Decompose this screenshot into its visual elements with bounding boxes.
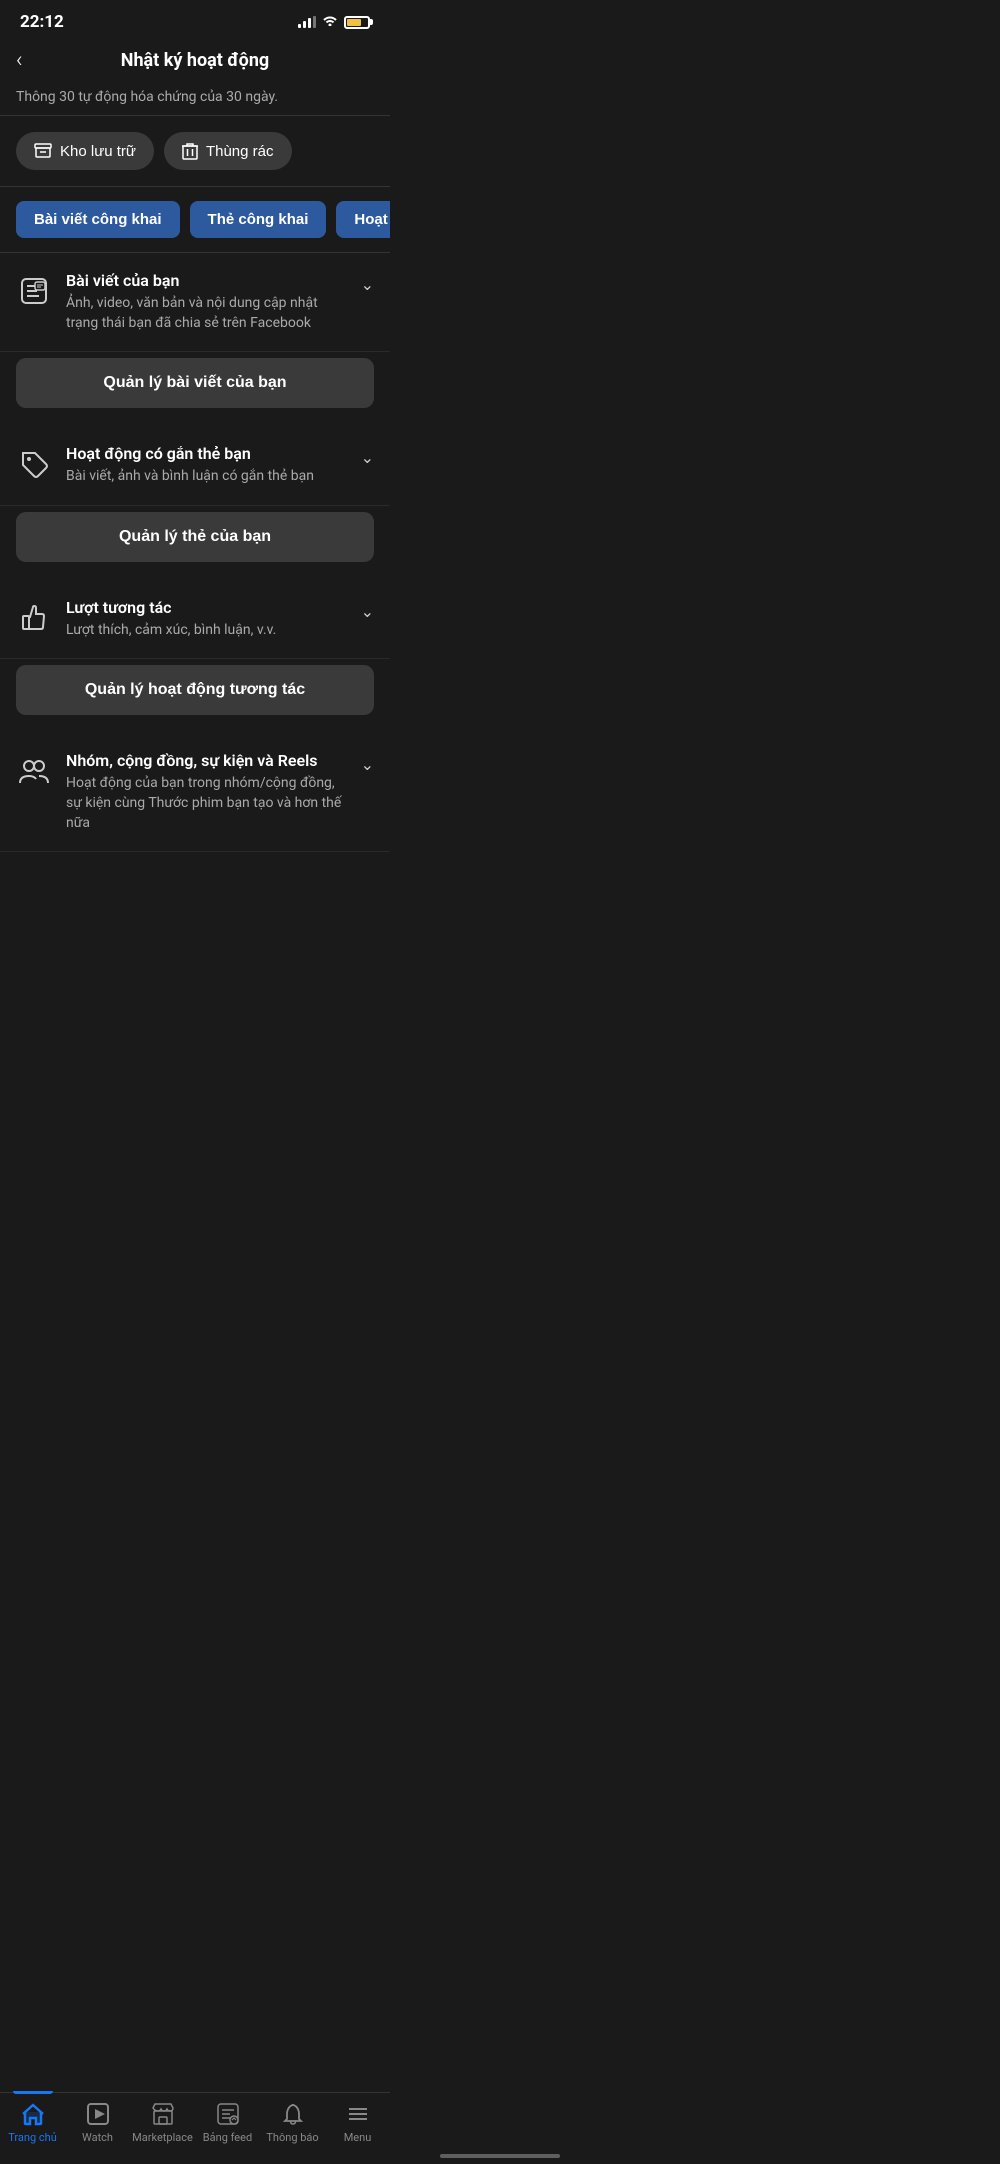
feed-icon: [215, 2101, 241, 2127]
tagged-desc: Bài viết, ảnh và bình luận có gắn thẻ bạ…: [66, 467, 347, 487]
groups-desc: Hoạt động của bạn trong nhóm/cộng đồng, …: [66, 774, 347, 833]
tab-public-tags[interactable]: Thẻ công khai: [190, 201, 327, 238]
manage-tags-button[interactable]: Quản lý thẻ của bạn: [16, 512, 374, 562]
manage-posts-button[interactable]: Quản lý bài viết của bạn: [16, 358, 374, 408]
section-groups-reels: Nhóm, cộng đồng, sự kiện và Reels Hoạt đ…: [0, 733, 390, 852]
status-bar: 22:12: [0, 0, 390, 40]
your-posts-desc: Ảnh, video, văn bản và nội dung cập nhật…: [66, 294, 347, 333]
chevron-down-icon: ⌄: [361, 444, 374, 467]
wifi-icon: [322, 14, 338, 30]
home-indicator: [440, 2154, 560, 2158]
nav-home-label: Trang chủ: [8, 2131, 57, 2144]
subtitle-text: Thông 30 tự động hóa chứng của 30 ngày.: [0, 85, 390, 116]
section-your-posts: Bài viết của bạn Ảnh, video, văn bản và …: [0, 253, 390, 352]
nav-watch-label: Watch: [82, 2131, 113, 2144]
manage-interactions-button[interactable]: Quản lý hoạt động tương tác: [16, 665, 374, 715]
watch-icon: [85, 2101, 111, 2127]
section-interactions: Lượt tương tác Lượt thích, cảm xúc, bình…: [0, 580, 390, 660]
archive-label: Kho lưu trữ: [60, 143, 136, 160]
tab-activity[interactable]: Hoạt động trẻ: [336, 201, 390, 238]
nav-menu[interactable]: Menu: [325, 2101, 390, 2144]
archive-button[interactable]: Kho lưu trữ: [16, 132, 154, 170]
nav-notifications[interactable]: Thông báo: [260, 2101, 325, 2144]
nav-feed-label: Bảng feed: [203, 2131, 252, 2144]
chevron-down-icon: ⌄: [361, 751, 374, 774]
thumbsup-icon: [16, 600, 52, 636]
status-time: 22:12: [20, 12, 64, 32]
trash-icon: [182, 142, 198, 160]
posts-icon: [16, 273, 52, 309]
groups-icon: [16, 753, 52, 789]
tab-public-posts[interactable]: Bài viết công khai: [16, 201, 180, 238]
trash-label: Thùng rác: [206, 143, 274, 160]
marketplace-icon: [150, 2101, 176, 2127]
status-icons: [298, 14, 370, 30]
nav-notifications-label: Thông báo: [266, 2131, 318, 2144]
trash-button[interactable]: Thùng rác: [164, 132, 292, 170]
bottom-nav: Trang chủ Watch Marketplace: [0, 2092, 390, 2164]
menu-icon: [345, 2101, 371, 2127]
signal-icon: [298, 16, 316, 28]
filter-tabs: Bài viết công khai Thẻ công khai Hoạt độ…: [0, 187, 390, 253]
bell-icon: [280, 2101, 306, 2127]
tagged-title: Hoạt động có gắn thẻ bạn: [66, 444, 347, 463]
header: ‹ Nhật ký hoạt động: [0, 40, 390, 85]
chevron-down-icon: ⌄: [361, 598, 374, 621]
action-buttons-row: Kho lưu trữ Thùng rác: [0, 116, 390, 187]
nav-marketplace[interactable]: Marketplace: [130, 2101, 195, 2144]
nav-feed[interactable]: Bảng feed: [195, 2101, 260, 2144]
page-title: Nhật ký hoạt động: [121, 50, 269, 71]
nav-marketplace-label: Marketplace: [132, 2131, 193, 2144]
nav-home[interactable]: Trang chủ: [0, 2101, 65, 2144]
interactions-desc: Lượt thích, cảm xúc, bình luận, v.v.: [66, 621, 347, 641]
content-area: Bài viết của bạn Ảnh, video, văn bản và …: [0, 253, 390, 932]
section-tagged-activity: Hoạt động có gắn thẻ bạn Bài viết, ảnh v…: [0, 426, 390, 506]
groups-title: Nhóm, cộng đồng, sự kiện và Reels: [66, 751, 347, 770]
nav-watch[interactable]: Watch: [65, 2101, 130, 2144]
interactions-title: Lượt tương tác: [66, 598, 347, 617]
chevron-down-icon: ⌄: [361, 271, 374, 294]
back-button[interactable]: ‹: [16, 48, 23, 73]
nav-menu-label: Menu: [344, 2131, 372, 2144]
home-icon: [20, 2101, 46, 2127]
battery-icon: [344, 16, 370, 29]
your-posts-title: Bài viết của bạn: [66, 271, 347, 290]
archive-icon: [34, 143, 52, 159]
tag-icon: [16, 446, 52, 482]
